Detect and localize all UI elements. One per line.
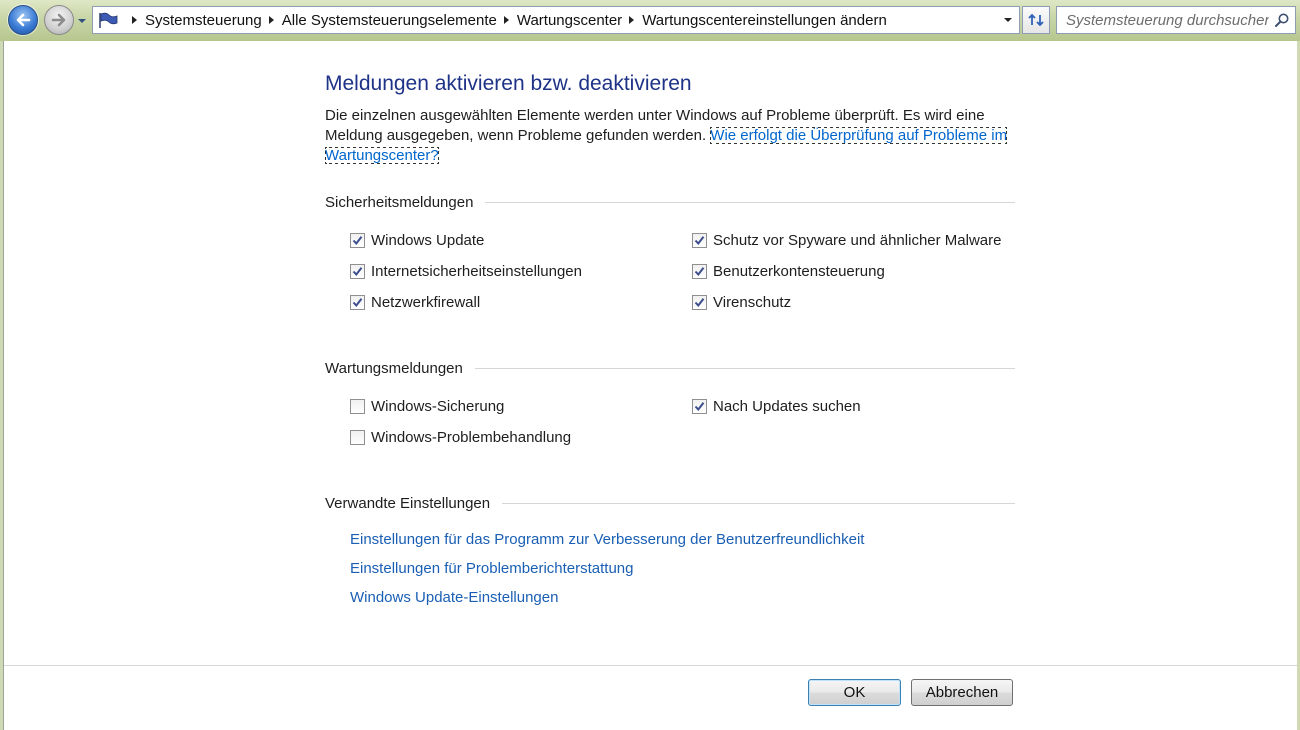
checkbox-label: Schutz vor Spyware und ähnlicher Malware [713, 231, 1002, 249]
search-box[interactable] [1056, 6, 1296, 34]
address-history-dropdown[interactable] [997, 7, 1019, 33]
checkbox-label: Internetsicherheitseinstellungen [371, 262, 582, 280]
breadcrumb-separator-icon[interactable] [626, 15, 636, 25]
checkbox-internetsicherheit[interactable]: Internetsicherheitseinstellungen [350, 261, 582, 281]
checkbox-virenschutz[interactable]: Virenschutz [692, 292, 791, 312]
checkbox-label: Virenschutz [713, 293, 792, 311]
breadcrumb-separator-icon[interactable] [129, 15, 139, 25]
breadcrumb-wartungscenter[interactable]: Wartungscenter [517, 12, 622, 29]
checkbox-box[interactable] [692, 232, 707, 248]
checkmark-icon [694, 235, 705, 245]
checkmark-icon [352, 235, 363, 245]
refresh-button[interactable] [1022, 6, 1050, 34]
checkbox-spyware-schutz[interactable]: Schutz vor Spyware und ähnlicher Malware [692, 230, 1001, 250]
content-pane: Meldungen aktivieren bzw. deaktivieren D… [3, 41, 1298, 730]
checkbox-box[interactable] [692, 398, 707, 414]
link-windows-update-settings[interactable]: Windows Update-Einstellungen [350, 589, 558, 606]
checkbox-label: Windows Update [371, 231, 485, 249]
checkbox-label: Windows-Sicherung [371, 397, 505, 415]
related-section-heading: Verwandte Einstellungen [325, 493, 1015, 513]
checkbox-windows-sicherung[interactable]: Windows-Sicherung [350, 396, 504, 416]
checkmark-icon [352, 266, 363, 276]
checkbox-windows-problembehandlung[interactable]: Windows-Problembehandlung [350, 427, 571, 447]
checkbox-box[interactable] [350, 429, 365, 445]
checkbox-box[interactable] [350, 294, 365, 310]
security-heading-label: Sicherheitsmeldungen [325, 193, 474, 211]
breadcrumb-alle-elemente[interactable]: Alle Systemsteuerungselemente [282, 12, 497, 29]
link-problem-reporting-settings[interactable]: Einstellungen für Problemberichterstattu… [350, 560, 634, 577]
checkbox-box[interactable] [350, 263, 365, 279]
checkbox-windows-update[interactable]: Windows Update [350, 230, 484, 250]
maintenance-heading-label: Wartungsmeldungen [325, 359, 463, 377]
cancel-button[interactable]: Abbrechen [911, 679, 1013, 706]
checkbox-box[interactable] [350, 398, 365, 414]
section-divider [502, 502, 1015, 504]
checkbox-label: Nach Updates suchen [713, 397, 861, 415]
checkbox-label: Benutzerkontensteuerung [713, 262, 885, 280]
ok-button[interactable]: OK [808, 679, 901, 706]
checkbox-label: Netzwerkfirewall [371, 293, 481, 311]
maintenance-section-heading: Wartungsmeldungen [325, 358, 1015, 378]
link-ceip-settings[interactable]: Einstellungen für das Programm zur Verbe… [350, 531, 864, 548]
checkbox-netzwerkfirewall[interactable]: Netzwerkfirewall [350, 292, 480, 312]
checkbox-box[interactable] [350, 232, 365, 248]
action-center-flag-icon [99, 12, 118, 28]
forward-arrow-icon [51, 13, 66, 27]
checkbox-benutzerkontensteuerung[interactable]: Benutzerkontensteuerung [692, 261, 885, 281]
recent-pages-dropdown-icon[interactable] [76, 15, 88, 27]
refresh-icon [1028, 13, 1044, 27]
address-bar[interactable]: Systemsteuerung Alle Systemsteuerungsele… [92, 6, 1020, 34]
checkmark-icon [694, 266, 705, 276]
back-button[interactable] [8, 5, 38, 35]
checkbox-nach-updates-suchen[interactable]: Nach Updates suchen [692, 396, 861, 416]
checkbox-box[interactable] [692, 263, 707, 279]
back-arrow-icon [16, 13, 31, 27]
address-toolbar: Systemsteuerung Alle Systemsteuerungsele… [0, 0, 1300, 41]
search-button[interactable] [1269, 8, 1295, 32]
search-input[interactable] [1057, 8, 1269, 32]
security-section-heading: Sicherheitsmeldungen [325, 192, 1015, 212]
footer-divider [4, 665, 1298, 666]
section-divider [485, 201, 1015, 203]
page-title: Meldungen aktivieren bzw. deaktivieren [325, 72, 692, 95]
checkbox-box[interactable] [692, 294, 707, 310]
checkmark-icon [694, 401, 705, 411]
forward-button[interactable] [44, 5, 74, 35]
checkmark-icon [352, 297, 363, 307]
chevron-down-icon [1004, 18, 1012, 22]
breadcrumb-current-page[interactable]: Wartungscentereinstellungen ändern [642, 12, 887, 29]
section-divider [474, 367, 1015, 369]
checkbox-label: Windows-Problembehandlung [371, 428, 572, 446]
checkmark-icon [694, 297, 705, 307]
breadcrumb-separator-icon[interactable] [501, 15, 511, 25]
intro-paragraph: Die einzelnen ausgewählten Elemente werd… [325, 106, 1015, 166]
breadcrumb-separator-icon[interactable] [266, 15, 276, 25]
search-icon [1275, 13, 1289, 27]
breadcrumb-systemsteuerung[interactable]: Systemsteuerung [145, 12, 262, 29]
related-heading-label: Verwandte Einstellungen [325, 494, 491, 512]
